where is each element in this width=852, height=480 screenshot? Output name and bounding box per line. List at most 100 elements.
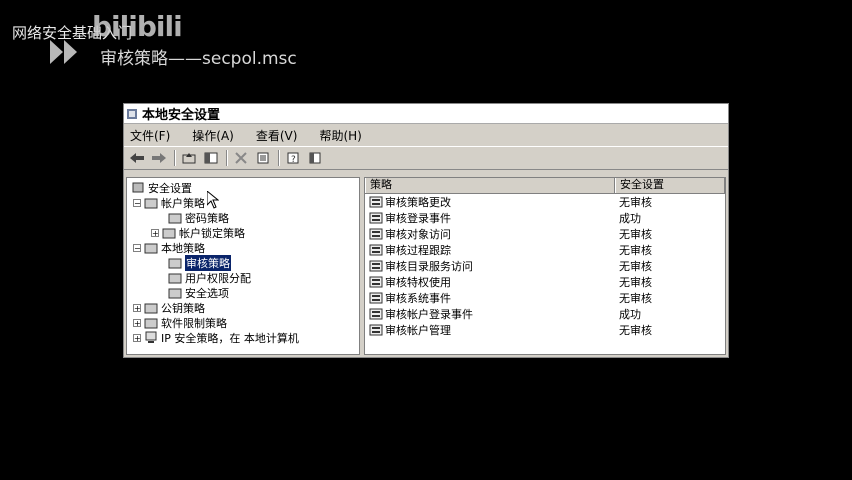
tree-public-key[interactable]: + 公钥策略 (133, 300, 205, 315)
window-title: 本地安全设置 (142, 108, 221, 123)
tree-label: 本地策略 (161, 241, 205, 255)
expand-icon[interactable]: + (133, 318, 141, 327)
help-icon[interactable]: ? (284, 150, 302, 166)
expand-icon[interactable]: + (133, 333, 141, 342)
tree-label-selected: 审核策略 (185, 254, 231, 271)
policy-name: 审核过程跟踪 (385, 244, 451, 257)
policy-icon (369, 244, 383, 256)
tree-label: IP 安全策略，在 本地计算机 (161, 331, 299, 345)
tree-root[interactable]: 安全设置 (131, 180, 192, 195)
policy-name: 审核策略更改 (385, 196, 451, 209)
menu-file[interactable]: 文件(F) (130, 127, 170, 144)
policy-icon (369, 260, 383, 272)
slide-title: 审核策略——secpol.msc (100, 49, 297, 69)
forward-icon[interactable] (150, 150, 168, 166)
policy-name: 审核登录事件 (385, 212, 451, 225)
bilibili-watermark: bilibili (92, 10, 183, 43)
tree-pane[interactable]: 安全设置 − 帐户策略 密码策略 + 帐户锁定策略 − 本地策略 审核策略 用户… (126, 177, 360, 355)
policy-list-pane: 策略 安全设置 审核策略更改 无审核 审核登录事件 成功 审核对象访问 无审核 审核过… (364, 177, 726, 355)
policy-icon (369, 308, 383, 320)
computer-icon (145, 331, 157, 343)
tree-label: 用户权限分配 (185, 271, 251, 285)
security-settings-icon (132, 182, 144, 193)
tree-label: 密码策略 (185, 211, 229, 225)
play-icon (50, 40, 77, 64)
policy-setting: 无审核 (619, 292, 652, 305)
toolbar: ? (124, 146, 728, 170)
table-row[interactable]: 审核策略更改 无审核 (365, 194, 725, 210)
tree-label: 公钥策略 (161, 301, 205, 315)
properties-icon[interactable] (254, 150, 272, 166)
folder-icon (168, 288, 182, 299)
table-row[interactable]: 审核系统事件 无审核 (365, 290, 725, 306)
table-row[interactable]: 审核目录服务访问 无审核 (365, 258, 725, 274)
policy-setting: 无审核 (619, 324, 652, 337)
up-folder-icon[interactable] (180, 150, 198, 166)
menu-action[interactable]: 操作(A) (192, 127, 234, 144)
toolbar-separator (226, 150, 228, 166)
policy-name: 审核帐户登录事件 (385, 308, 473, 321)
back-icon[interactable] (128, 150, 146, 166)
toolbar-separator (174, 150, 176, 166)
tree-lockout-policy[interactable]: + 帐户锁定策略 (151, 225, 245, 240)
expand-icon[interactable]: + (151, 228, 159, 237)
policy-setting: 成功 (619, 308, 641, 321)
tree-account-policies[interactable]: − 帐户策略 (133, 195, 205, 210)
collapse-icon[interactable]: − (133, 198, 141, 207)
folder-icon (144, 303, 158, 314)
tree-local-policies[interactable]: − 本地策略 (133, 240, 205, 255)
tree-label: 软件限制策略 (161, 316, 227, 330)
table-row[interactable]: 审核特权使用 无审核 (365, 274, 725, 290)
mouse-cursor-icon (207, 191, 219, 209)
folder-icon (168, 213, 182, 224)
policy-setting: 无审核 (619, 276, 652, 289)
policy-setting: 无审核 (619, 244, 652, 257)
policy-icon (369, 324, 383, 336)
column-header-policy[interactable]: 策略 (365, 178, 615, 193)
policy-name: 审核目录服务访问 (385, 260, 473, 273)
show-tree-icon[interactable] (202, 150, 220, 166)
tree-label: 帐户锁定策略 (179, 226, 245, 240)
table-row[interactable]: 审核帐户管理 无审核 (365, 322, 725, 338)
column-header-setting[interactable]: 安全设置 (615, 178, 725, 193)
tree-audit-policy[interactable]: 审核策略 (168, 254, 231, 271)
policy-setting: 无审核 (619, 196, 652, 209)
tree-ip-security[interactable]: + IP 安全策略，在 本地计算机 (133, 330, 299, 345)
tree-user-rights[interactable]: 用户权限分配 (168, 270, 251, 285)
list-header: 策略 安全设置 (365, 178, 725, 194)
tree-label: 安全设置 (148, 181, 192, 195)
list-body: 审核策略更改 无审核 审核登录事件 成功 审核对象访问 无审核 审核过程跟踪 无审核 审… (365, 194, 725, 338)
tree-label: 帐户策略 (161, 196, 205, 210)
folder-icon (168, 273, 182, 284)
title-bar[interactable]: 本地安全设置 (124, 104, 728, 124)
folder-icon (144, 198, 158, 209)
expand-icon[interactable]: + (133, 303, 141, 312)
policy-setting: 无审核 (619, 228, 652, 241)
table-row[interactable]: 审核对象访问 无审核 (365, 226, 725, 242)
table-row[interactable]: 审核登录事件 成功 (365, 210, 725, 226)
table-row[interactable]: 审核帐户登录事件 成功 (365, 306, 725, 322)
menu-view[interactable]: 查看(V) (256, 127, 298, 144)
svg-text:?: ? (291, 155, 296, 164)
tree-security-options[interactable]: 安全选项 (168, 285, 229, 300)
folder-icon (162, 228, 176, 239)
panes: 安全设置 − 帐户策略 密码策略 + 帐户锁定策略 − 本地策略 审核策略 用户… (126, 177, 726, 355)
policy-icon (369, 228, 383, 240)
folder-icon (168, 258, 182, 269)
policy-name: 审核帐户管理 (385, 324, 451, 337)
local-security-settings-window: 本地安全设置 文件(F) 操作(A) 查看(V) 帮助(H) ? 安全设置 − … (123, 103, 729, 358)
policy-name: 审核系统事件 (385, 292, 451, 305)
folder-icon (144, 318, 158, 329)
tree-software-restriction[interactable]: + 软件限制策略 (133, 315, 227, 330)
menu-help[interactable]: 帮助(H) (319, 127, 361, 144)
folder-icon (144, 243, 158, 254)
policy-setting: 成功 (619, 212, 641, 225)
collapse-icon[interactable]: − (133, 243, 141, 252)
menu-bar: 文件(F) 操作(A) 查看(V) 帮助(H) (124, 124, 728, 146)
policy-icon (369, 212, 383, 224)
delete-icon[interactable] (232, 150, 250, 166)
tree-password-policy[interactable]: 密码策略 (168, 210, 229, 225)
table-row[interactable]: 审核过程跟踪 无审核 (365, 242, 725, 258)
policy-icon (369, 196, 383, 208)
export-list-icon[interactable] (306, 150, 324, 166)
